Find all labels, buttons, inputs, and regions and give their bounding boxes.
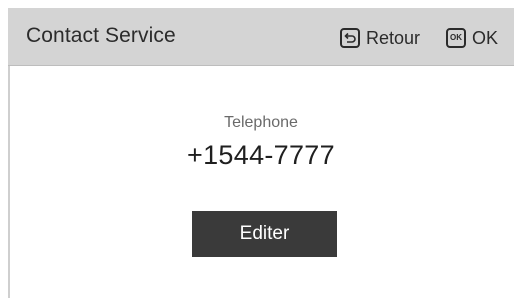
ok-label: OK: [472, 27, 499, 48]
telephone-label: Telephone: [224, 114, 298, 131]
ok-hint[interactable]: OK OK: [446, 25, 498, 51]
edit-button[interactable]: Editer: [192, 211, 337, 257]
dialog-header: Contact Service Retour OK OK: [8, 8, 514, 66]
back-icon: [340, 28, 360, 48]
dialog-content: Telephone +1544-7777 Editer: [8, 66, 514, 298]
contact-service-dialog: Contact Service Retour OK OK Telephone +…: [0, 0, 514, 298]
back-label: Retour: [366, 27, 421, 48]
back-hint[interactable]: Retour: [340, 25, 420, 51]
phone-number: +1544-7777: [187, 140, 335, 170]
ok-icon: OK: [446, 28, 466, 48]
dialog-title: Contact Service: [26, 24, 176, 47]
ok-icon-text: OK: [450, 33, 462, 42]
